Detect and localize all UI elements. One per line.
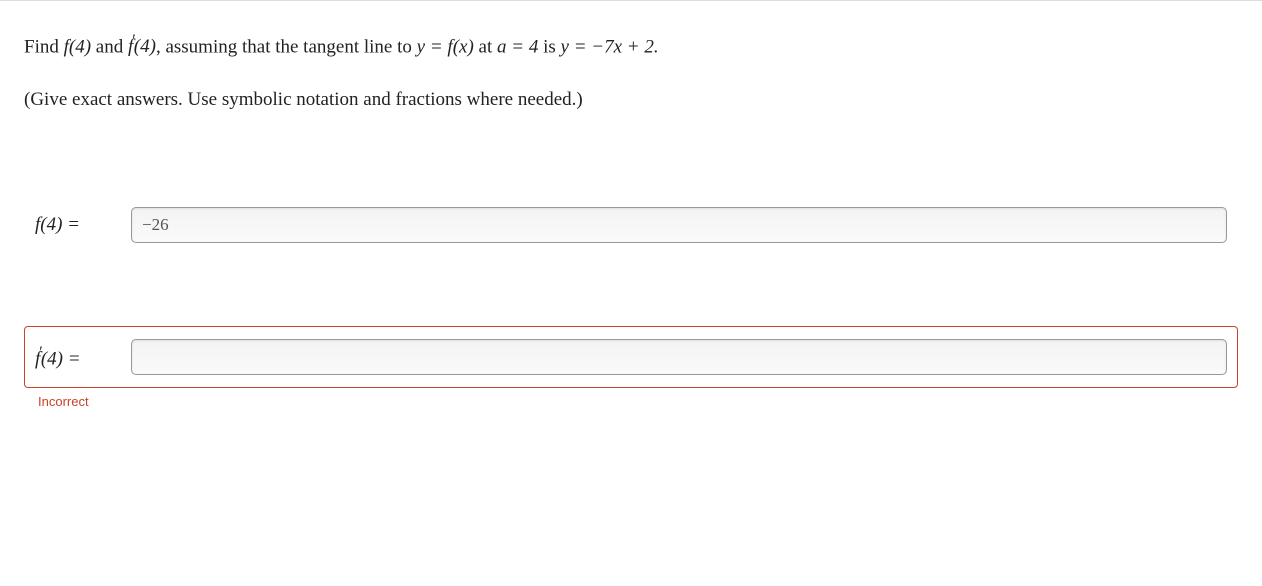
- answer-input-f4[interactable]: [131, 207, 1227, 243]
- q-aeq: a = 4: [497, 36, 538, 57]
- q-f4: f(4): [64, 36, 91, 57]
- answer-wrap-1: f(4) =: [24, 194, 1238, 256]
- instruction-text: (Give exact answers. Use symbolic notati…: [24, 86, 1238, 115]
- q-fprime4: f′(4): [128, 36, 156, 57]
- answer-wrap-2: f′(4) =: [24, 326, 1238, 388]
- label-arg-1: (4) =: [40, 214, 80, 235]
- q-yeq: y = f(x): [417, 36, 474, 57]
- q-prefix: Find: [24, 36, 64, 57]
- answer-label-fprime4: f′(4) =: [35, 344, 113, 370]
- q-is: is: [538, 36, 560, 57]
- answer-label-f4: f(4) =: [35, 214, 113, 236]
- q-middle: , assuming that the tangent line to: [156, 36, 417, 57]
- answer-input-fprime4[interactable]: [131, 339, 1227, 375]
- question-text: Find f(4) and f′(4), assuming that the t…: [24, 29, 1238, 62]
- label-arg-2: (4) =: [41, 348, 81, 369]
- answer-row-1: f(4) =: [24, 194, 1238, 256]
- q-tangent: y = −7x + 2.: [561, 36, 659, 57]
- question-content: Find f(4) and f′(4), assuming that the t…: [0, 1, 1262, 409]
- answer-row-2-container: f′(4) = Incorrect: [24, 326, 1238, 409]
- q-and: and: [91, 36, 128, 57]
- q-at: at: [474, 36, 497, 57]
- feedback-incorrect: Incorrect: [38, 394, 1238, 409]
